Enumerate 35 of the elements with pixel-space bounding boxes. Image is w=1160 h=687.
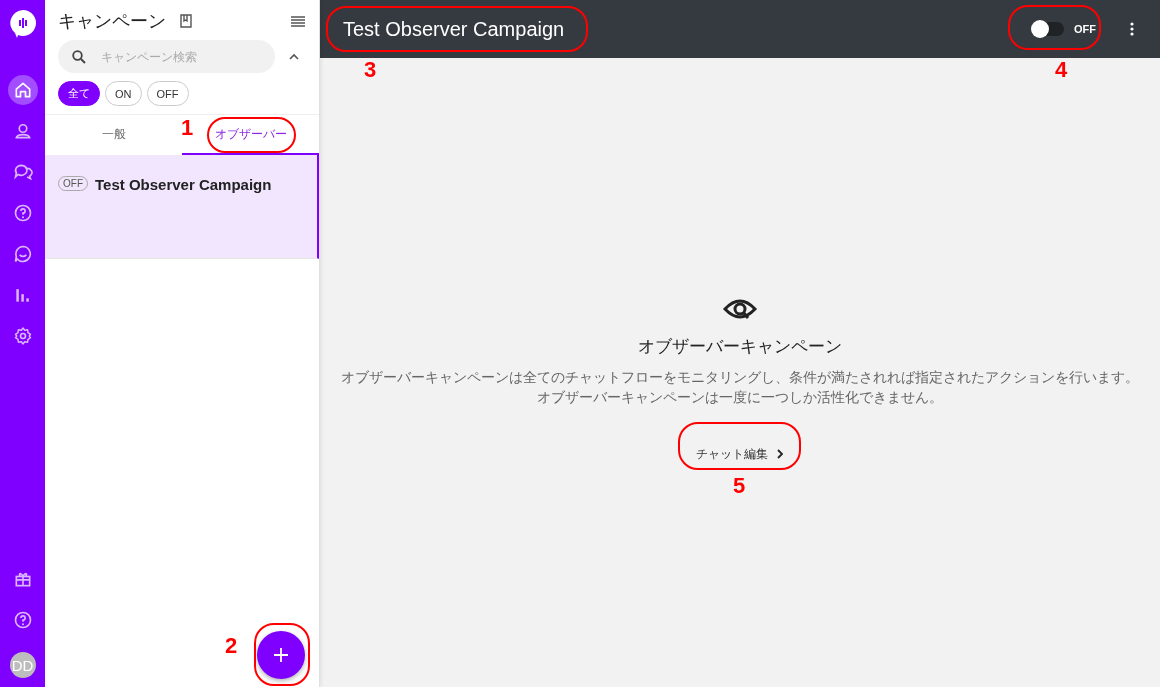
chevron-up-icon[interactable] bbox=[289, 53, 299, 60]
annotation-number: 1 bbox=[181, 115, 194, 141]
help-icon bbox=[12, 610, 33, 630]
toggle-label: OFF bbox=[1074, 23, 1096, 35]
settings-icon bbox=[12, 326, 33, 346]
annotation-number: 5 bbox=[733, 473, 746, 499]
chat-bubbles-icon bbox=[12, 162, 33, 182]
annotation-number: 3 bbox=[364, 57, 377, 83]
edit-chat-button[interactable]: チャット編集 bbox=[680, 437, 800, 471]
annotation-ring bbox=[254, 623, 310, 686]
user-icon bbox=[12, 121, 33, 141]
campaign-title: Test Observer Campaign bbox=[343, 17, 565, 41]
panel-title: キャンペーン bbox=[58, 10, 166, 33]
logo-icon bbox=[8, 9, 37, 39]
menu-icon[interactable] bbox=[291, 15, 305, 27]
tab[interactable]: 一般 bbox=[45, 115, 182, 155]
campaign-item[interactable]: OFF Test Observer Campaign bbox=[45, 155, 319, 259]
nav-item[interactable] bbox=[7, 75, 38, 105]
add-button[interactable] bbox=[257, 631, 305, 679]
smile-chat-icon bbox=[12, 244, 33, 264]
search-icon bbox=[72, 50, 86, 64]
empty-state-description: オブザーバーキャンペーンは全てのチャットフローをモニタリングし、条件が満たされれば指定されたアクションを行います。 オブザーバーキャンペーンは一度に一つしか活性化できません。 bbox=[341, 368, 1139, 407]
filter-chip[interactable]: ON bbox=[105, 81, 142, 106]
more-icon[interactable] bbox=[1130, 22, 1134, 36]
help-icon bbox=[12, 203, 33, 223]
book-icon[interactable] bbox=[180, 14, 192, 28]
annotation-number: 4 bbox=[1055, 57, 1068, 83]
empty-state-title: オブザーバーキャンペーン bbox=[638, 335, 842, 358]
filter-chip[interactable]: 全て bbox=[58, 81, 100, 106]
annotation-number: 2 bbox=[225, 633, 238, 659]
filter-chip[interactable]: OFF bbox=[146, 81, 189, 106]
chevron-right-icon bbox=[777, 449, 784, 459]
search-field[interactable]: キャンペーン検索 bbox=[58, 40, 275, 73]
plus-icon bbox=[274, 648, 288, 662]
campaign-name: Test Observer Campaign bbox=[95, 176, 272, 193]
